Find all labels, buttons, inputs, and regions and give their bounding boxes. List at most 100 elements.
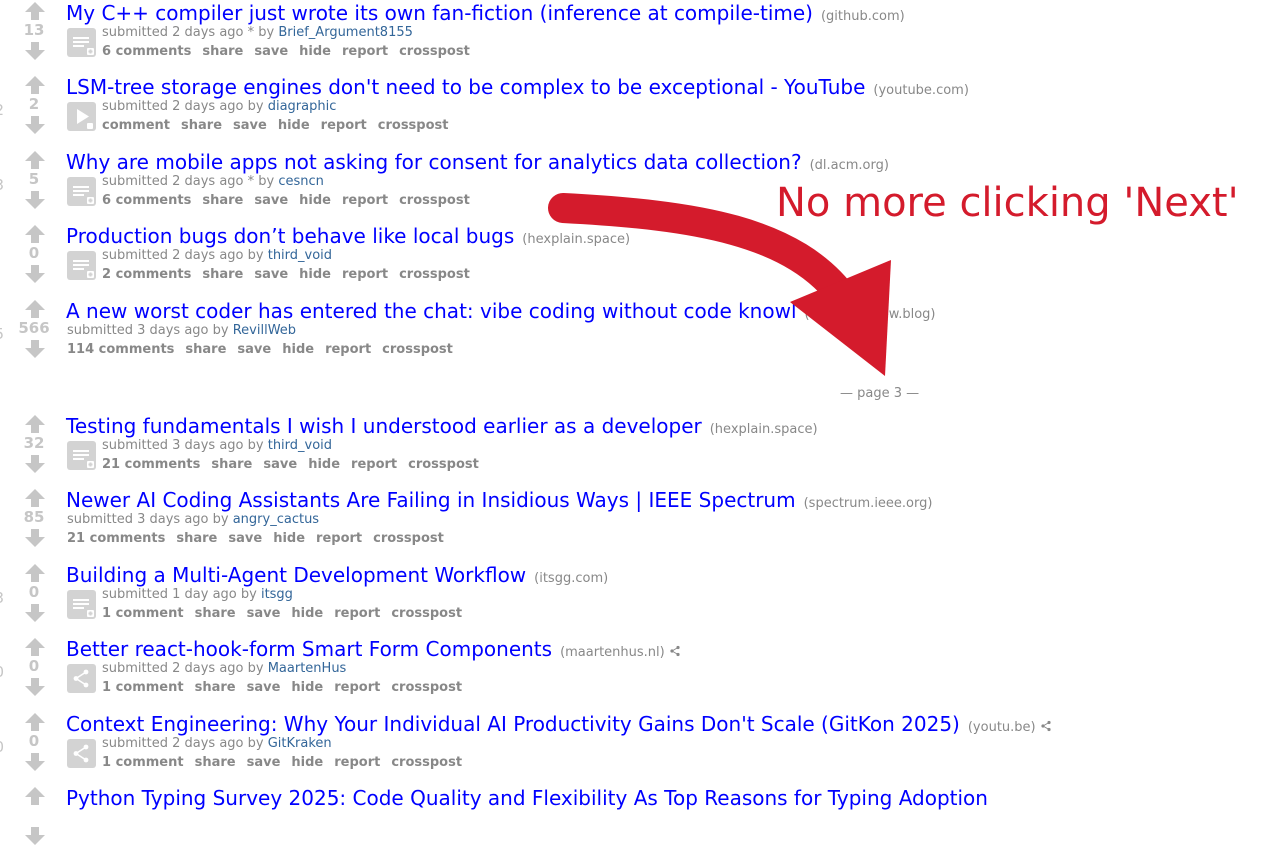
save-button[interactable]: save bbox=[247, 680, 281, 695]
report-button[interactable]: report bbox=[342, 44, 388, 59]
downvote-arrow-icon[interactable] bbox=[25, 42, 45, 60]
post-domain[interactable]: (youtu.be) bbox=[968, 720, 1036, 735]
comments-link[interactable]: 21 comments bbox=[67, 531, 165, 546]
hide-button[interactable]: hide bbox=[291, 755, 323, 770]
share-button[interactable]: share bbox=[202, 267, 243, 282]
save-button[interactable]: save bbox=[247, 755, 281, 770]
upvote-arrow-icon[interactable] bbox=[25, 713, 45, 731]
save-button[interactable]: save bbox=[254, 267, 288, 282]
report-button[interactable]: report bbox=[334, 680, 380, 695]
post-title-link[interactable]: Production bugs don’t behave like local … bbox=[66, 224, 514, 248]
save-button[interactable]: save bbox=[233, 118, 267, 133]
save-button[interactable]: save bbox=[254, 44, 288, 59]
crosspost-button[interactable]: crosspost bbox=[391, 755, 462, 770]
self-icon[interactable] bbox=[67, 177, 96, 206]
save-button[interactable]: save bbox=[228, 531, 262, 546]
downvote-arrow-icon[interactable] bbox=[25, 604, 45, 622]
post-title-link[interactable]: Context Engineering: Why Your Individual… bbox=[66, 712, 960, 736]
downvote-arrow-icon[interactable] bbox=[25, 678, 45, 696]
save-button[interactable]: save bbox=[254, 193, 288, 208]
upvote-arrow-icon[interactable] bbox=[25, 787, 45, 805]
share-icon[interactable] bbox=[67, 664, 96, 693]
share-button[interactable]: share bbox=[202, 44, 243, 59]
share-button[interactable]: share bbox=[195, 606, 236, 621]
upvote-arrow-icon[interactable] bbox=[25, 415, 45, 433]
comments-link[interactable]: 114 comments bbox=[67, 342, 174, 357]
downvote-arrow-icon[interactable] bbox=[25, 827, 45, 845]
report-button[interactable]: report bbox=[342, 193, 388, 208]
crosspost-button[interactable]: crosspost bbox=[399, 44, 470, 59]
hide-button[interactable]: hide bbox=[299, 267, 331, 282]
post-domain[interactable]: (itsgg.com) bbox=[534, 571, 608, 586]
author-link[interactable]: third_void bbox=[268, 248, 332, 263]
author-link[interactable]: MaartenHus bbox=[268, 661, 347, 676]
hide-button[interactable]: hide bbox=[308, 457, 340, 472]
post-domain[interactable]: (maartenhus.nl) bbox=[560, 645, 665, 660]
save-button[interactable]: save bbox=[263, 457, 297, 472]
comments-link[interactable]: 2 comments bbox=[102, 267, 191, 282]
hide-button[interactable]: hide bbox=[273, 531, 305, 546]
author-link[interactable]: angry_cactus bbox=[233, 512, 319, 527]
post-domain[interactable]: (dl.acm.org) bbox=[810, 158, 889, 173]
post-domain[interactable]: (github.com) bbox=[821, 9, 905, 24]
report-button[interactable]: report bbox=[316, 531, 362, 546]
save-button[interactable]: save bbox=[247, 606, 281, 621]
downvote-arrow-icon[interactable] bbox=[25, 340, 45, 358]
author-link[interactable]: GitKraken bbox=[268, 736, 332, 751]
downvote-arrow-icon[interactable] bbox=[25, 265, 45, 283]
share-button[interactable]: share bbox=[181, 118, 222, 133]
hide-button[interactable]: hide bbox=[291, 606, 323, 621]
self-icon[interactable] bbox=[67, 28, 96, 57]
upvote-arrow-icon[interactable] bbox=[25, 225, 45, 243]
downvote-arrow-icon[interactable] bbox=[25, 455, 45, 473]
hide-button[interactable]: hide bbox=[299, 193, 331, 208]
post-title-link[interactable]: Python Typing Survey 2025: Code Quality … bbox=[66, 786, 988, 810]
hide-button[interactable]: hide bbox=[282, 342, 314, 357]
comments-link[interactable]: comment bbox=[102, 118, 170, 133]
comments-link[interactable]: 1 comment bbox=[102, 680, 184, 695]
crosspost-button[interactable]: crosspost bbox=[373, 531, 444, 546]
crosspost-button[interactable]: crosspost bbox=[378, 118, 449, 133]
crosspost-button[interactable]: crosspost bbox=[382, 342, 453, 357]
author-link[interactable]: cesncn bbox=[278, 174, 324, 189]
upvote-arrow-icon[interactable] bbox=[25, 638, 45, 656]
report-button[interactable]: report bbox=[334, 755, 380, 770]
post-title-link[interactable]: Testing fundamentals I wish I understood… bbox=[66, 414, 702, 438]
crosspost-button[interactable]: crosspost bbox=[408, 457, 479, 472]
post-title-link[interactable]: Newer AI Coding Assistants Are Failing i… bbox=[66, 488, 796, 512]
post-title-link[interactable]: Why are mobile apps not asking for conse… bbox=[66, 150, 802, 174]
upvote-arrow-icon[interactable] bbox=[25, 2, 45, 20]
self-icon[interactable] bbox=[67, 590, 96, 619]
report-button[interactable]: report bbox=[342, 267, 388, 282]
upvote-arrow-icon[interactable] bbox=[25, 76, 45, 94]
post-domain[interactable]: (spectrum.ieee.org) bbox=[804, 496, 933, 511]
comments-link[interactable]: 6 comments bbox=[102, 193, 191, 208]
upvote-arrow-icon[interactable] bbox=[25, 564, 45, 582]
hide-button[interactable]: hide bbox=[299, 44, 331, 59]
share-button[interactable]: share bbox=[211, 457, 252, 472]
upvote-arrow-icon[interactable] bbox=[25, 489, 45, 507]
downvote-arrow-icon[interactable] bbox=[25, 191, 45, 209]
share-button[interactable]: share bbox=[202, 193, 243, 208]
author-link[interactable]: itsgg bbox=[261, 587, 293, 602]
crosspost-button[interactable]: crosspost bbox=[399, 193, 470, 208]
downvote-arrow-icon[interactable] bbox=[25, 116, 45, 134]
self-icon[interactable] bbox=[67, 441, 96, 470]
report-button[interactable]: report bbox=[321, 118, 367, 133]
share-button[interactable]: share bbox=[195, 680, 236, 695]
post-title-link[interactable]: LSM-tree storage engines don't need to b… bbox=[66, 75, 865, 99]
post-title-link[interactable]: Building a Multi-Agent Development Workf… bbox=[66, 563, 526, 587]
crosspost-button[interactable]: crosspost bbox=[391, 606, 462, 621]
post-domain[interactable]: (hexplain.space) bbox=[710, 422, 818, 437]
upvote-arrow-icon[interactable] bbox=[25, 151, 45, 169]
report-button[interactable]: report bbox=[334, 606, 380, 621]
downvote-arrow-icon[interactable] bbox=[25, 529, 45, 547]
video-icon[interactable] bbox=[67, 102, 96, 131]
report-button[interactable]: report bbox=[325, 342, 371, 357]
author-link[interactable]: RevillWeb bbox=[233, 323, 296, 338]
hide-button[interactable]: hide bbox=[278, 118, 310, 133]
save-button[interactable]: save bbox=[237, 342, 271, 357]
comments-link[interactable]: 1 comment bbox=[102, 606, 184, 621]
author-link[interactable]: third_void bbox=[268, 438, 332, 453]
share-button[interactable]: share bbox=[185, 342, 226, 357]
